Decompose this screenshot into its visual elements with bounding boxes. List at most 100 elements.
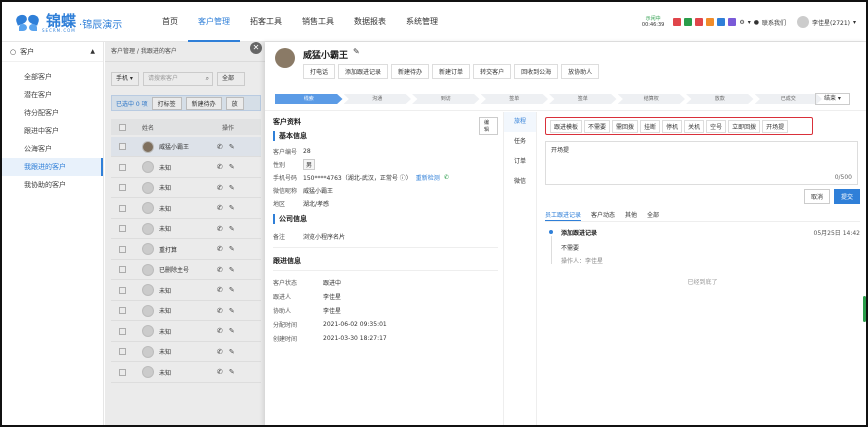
field-label: 性别 <box>273 162 286 169</box>
new-order-button[interactable]: 新建订单 <box>432 64 471 79</box>
quick-reply-button[interactable]: 挂断 <box>640 119 661 133</box>
page-scrollbar[interactable] <box>863 296 866 322</box>
timeline-line <box>550 236 552 264</box>
field-label: 备注 <box>273 234 286 241</box>
new-todo-button[interactable]: 新建待办 <box>391 64 430 79</box>
sidebar-item-public-pool[interactable]: 公海客户 <box>2 140 103 158</box>
collapse-caret-icon[interactable]: ▲ <box>90 42 95 62</box>
tool-blue-icon[interactable] <box>717 18 726 26</box>
edit-name-pencil-icon[interactable]: ✎ <box>353 47 360 56</box>
stage-step[interactable]: 结算权 <box>617 94 685 104</box>
recycle-to-pool-button[interactable]: 回收到公海 <box>514 64 559 79</box>
customer-name: 威猛小霸王 <box>303 51 349 61</box>
tab-wechat[interactable]: 微信 <box>504 172 536 192</box>
tool-red2-icon[interactable] <box>695 18 704 26</box>
tab-staff-records[interactable]: 员工跟进记录 <box>545 210 582 221</box>
contact-us-link[interactable]: 联系我们 <box>762 18 786 27</box>
record-operator: 操作人：李佳星 <box>561 258 604 265</box>
cancel-button[interactable]: 取消 <box>803 189 830 204</box>
profile-edit-button[interactable]: 编辑 <box>479 117 498 135</box>
customer-avatar <box>275 48 295 68</box>
user-name[interactable]: 李佳星(2721) <box>812 18 850 27</box>
settings-icon[interactable]: ⚙ <box>739 19 744 26</box>
status-timer: 00:46:39 <box>641 22 665 28</box>
transfer-customer-button[interactable]: 转交客户 <box>473 64 512 79</box>
call-status[interactable]: 示闲中 00:46:39 <box>642 16 664 28</box>
stage-step[interactable]: 签单 <box>549 94 617 104</box>
stage-step[interactable]: 到访 <box>412 94 480 104</box>
stage-step[interactable]: 已成交 <box>754 94 822 104</box>
sidebar-item-following[interactable]: 跟进中客户 <box>2 122 103 140</box>
nav-item-customers[interactable]: 客户管理 <box>188 2 240 42</box>
nav-item-reports[interactable]: 数据报表 <box>344 2 396 42</box>
sidebar-header[interactable]: ○ 客户 ▲ <box>2 42 103 62</box>
profile-title: 客户资料 <box>273 118 301 126</box>
tab-customer-activity[interactable]: 客户动态 <box>591 210 615 221</box>
followup-buttons: 取消 提交 <box>545 189 860 204</box>
timeline-dot-icon <box>549 230 553 234</box>
field-label: 地区 <box>273 201 286 208</box>
tab-other[interactable]: 其他 <box>625 210 637 221</box>
close-drawer-icon[interactable]: ✕ <box>250 42 262 54</box>
quick-template-button[interactable]: 跟进模板 <box>550 119 583 133</box>
logo: 锦蝶 SECRM.COM ·锦辰演示 <box>14 11 122 35</box>
basic-info-title: 基本信息 <box>273 131 498 141</box>
tool-orange-icon[interactable] <box>706 18 715 26</box>
tab-tasks[interactable]: 任务 <box>504 132 536 152</box>
sidebar-item-my-followed[interactable]: 我跟进的客户 <box>2 158 103 176</box>
sidebar-item-my-assisted[interactable]: 我协助的客户 <box>2 176 103 194</box>
stage-step[interactable]: 线索 <box>275 94 343 104</box>
add-assistant-button[interactable]: 放协助人 <box>561 64 600 79</box>
field-label: 微信昵称 <box>273 188 298 195</box>
quick-reply-button[interactable]: 开场提 <box>762 119 789 133</box>
quick-reply-button[interactable]: 关机 <box>684 119 705 133</box>
sidebar-header-label: 客户 <box>20 47 35 56</box>
stage-step[interactable]: 沟通 <box>343 94 411 104</box>
field-value: 李佳星 <box>323 307 342 315</box>
tool-red-icon[interactable] <box>673 18 682 26</box>
tab-orders[interactable]: 订单 <box>504 152 536 172</box>
action-buttons: 打电话 添加跟进记录 新建待办 新建订单 转交客户 回收到公海 放协助人 <box>303 64 600 79</box>
quick-reply-button[interactable]: 不需要 <box>584 119 611 133</box>
logo-text: 锦蝶 <box>46 11 77 30</box>
record-tabs: 员工跟进记录 客户动态 其他 全部 <box>545 210 860 222</box>
user-menu-chevron-icon[interactable]: ▾ <box>853 19 856 26</box>
submit-button[interactable]: 提交 <box>833 189 860 204</box>
drawer-backdrop[interactable] <box>105 42 265 425</box>
quick-reply-button[interactable]: 需回拨 <box>612 119 639 133</box>
followup-textarea[interactable]: 开场提 0/500 <box>545 141 858 185</box>
stage-step[interactable]: 签单 <box>480 94 548 104</box>
divider <box>265 110 866 111</box>
quick-reply-button[interactable]: 空号 <box>706 119 727 133</box>
sidebar-item-potential[interactable]: 潜在客户 <box>2 86 103 104</box>
add-followup-button[interactable]: 添加跟进记录 <box>338 64 389 79</box>
nav-item-sales-tools[interactable]: 销售工具 <box>292 2 344 42</box>
phone-call-icon[interactable]: ✆ <box>444 174 449 181</box>
company-info-title: 公司信息 <box>273 214 498 224</box>
recheck-link[interactable]: 重新检测 <box>416 173 440 182</box>
field-value: 威猛小霸王 <box>303 188 334 195</box>
call-button[interactable]: 打电话 <box>303 64 336 79</box>
sidebar-item-all[interactable]: 全部客户 <box>2 68 103 86</box>
quick-reply-button[interactable]: 立即回拨 <box>728 119 761 133</box>
sidebar-item-unassigned[interactable]: 待分配客户 <box>2 104 103 122</box>
nav-item-prospecting[interactable]: 拓客工具 <box>240 2 292 42</box>
field-row: 微信昵称 威猛小霸王 <box>273 184 498 197</box>
tab-journey[interactable]: 旅程 <box>504 112 536 132</box>
tool-purple-icon[interactable] <box>728 18 737 26</box>
follow-row: 分配时间 2021-06-02 09:35:01 <box>273 317 498 331</box>
dropdown-chevron-icon[interactable]: ▾ <box>748 19 751 26</box>
stage-step[interactable]: 放款 <box>686 94 754 104</box>
tool-green-icon[interactable] <box>684 18 693 26</box>
quick-reply-button[interactable]: 停机 <box>662 119 683 133</box>
logo-subtext: SECRM.COM <box>42 27 76 33</box>
nav-item-home[interactable]: 首页 <box>152 2 188 42</box>
field-value: 2021-06-02 09:35:01 <box>323 320 387 328</box>
top-navbar: 锦蝶 SECRM.COM ·锦辰演示 首页 客户管理 拓客工具 销售工具 数据报… <box>2 2 866 42</box>
nav-item-system[interactable]: 系统管理 <box>396 2 448 42</box>
record-time: 05月25日 14:42 <box>813 230 860 237</box>
tab-all[interactable]: 全部 <box>647 210 659 221</box>
end-select[interactable]: 结束 ▾ <box>815 93 850 105</box>
user-avatar[interactable] <box>797 16 810 28</box>
field-row: 地区 湖北/孝感 <box>273 197 498 210</box>
